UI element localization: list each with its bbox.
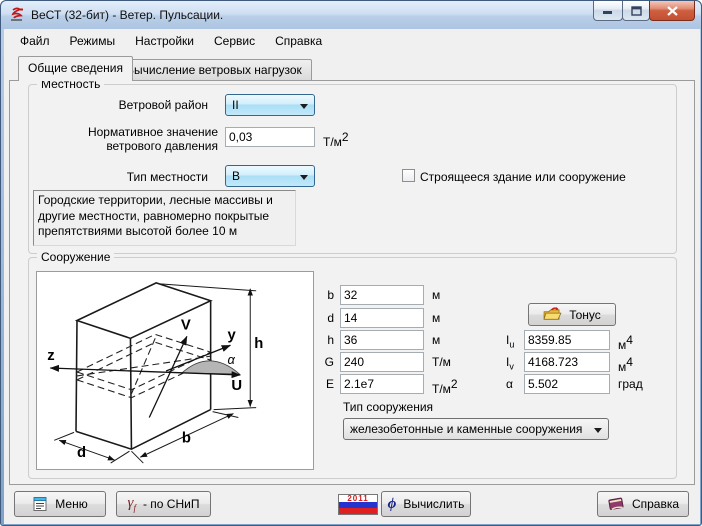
menu-item-help[interactable]: Справка xyxy=(265,30,332,52)
pressure-label: Нормативное значение ветрового давления xyxy=(36,125,218,153)
diagram-label-z: z xyxy=(47,348,54,364)
terrain-type-label: Тип местности xyxy=(49,170,208,184)
window-title: ВеСТ (32-бит) - Ветер. Пульсации. xyxy=(31,8,223,22)
E-input[interactable] xyxy=(340,374,424,394)
folder-icon xyxy=(543,307,562,322)
help-button[interactable]: Справка xyxy=(597,491,689,517)
phi-icon: ϕ xyxy=(388,497,397,512)
menu-list-icon xyxy=(32,496,48,512)
snip-button[interactable]: γf - по СНиП xyxy=(116,491,211,517)
app-window: ВеСТ (32-бит) - Ветер. Пульсации. Файл Р… xyxy=(0,0,702,526)
maximize-icon xyxy=(631,6,642,16)
h-unit: м xyxy=(432,333,440,347)
d-unit: м xyxy=(432,311,440,325)
close-button[interactable] xyxy=(649,1,695,21)
Iu-input[interactable] xyxy=(524,330,610,350)
menubar: Файл Режимы Настройки Сервис Справка xyxy=(6,29,332,53)
help-book-icon xyxy=(607,496,625,512)
alpha-input[interactable] xyxy=(524,374,610,394)
menu-item-service[interactable]: Сервис xyxy=(204,30,265,52)
under-construction-label: Строящееся здание или сооружение xyxy=(420,170,626,184)
client-area: Файл Режимы Настройки Сервис Справка Общ… xyxy=(4,29,700,524)
chevron-down-icon xyxy=(300,104,308,109)
alpha-label: α xyxy=(506,377,513,391)
terrain-type-combobox[interactable]: В xyxy=(225,165,315,187)
diagram-label-v: V xyxy=(181,317,191,333)
chevron-down-icon xyxy=(300,175,308,180)
menu-item-file[interactable]: Файл xyxy=(10,30,60,52)
diagram-label-d: d xyxy=(77,445,86,461)
wind-region-combobox[interactable]: II xyxy=(225,94,315,116)
terrain-groupbox: Местность Ветровой район II Нормативное … xyxy=(28,84,677,254)
minimize-button[interactable] xyxy=(593,1,623,21)
terrain-description: Городские территории, лесные массивы и д… xyxy=(33,190,296,246)
flag-2011-icon: 2011 xyxy=(338,494,378,515)
diagram-label-y: y xyxy=(227,327,236,343)
terrain-type-value: В xyxy=(232,169,240,183)
menu-button[interactable]: Меню xyxy=(14,491,106,517)
structure-groupbox: Сооружение xyxy=(28,257,677,479)
structure-type-combobox[interactable]: железобетонные и каменные сооружения xyxy=(343,418,609,440)
maximize-button[interactable] xyxy=(622,1,650,21)
titlebar: ВеСТ (32-бит) - Ветер. Пульсации. xyxy=(1,1,701,29)
calculate-button[interactable]: ϕ Вычислить xyxy=(381,491,471,517)
under-construction-checkbox[interactable] xyxy=(402,169,415,182)
flag-year-text: 2011 xyxy=(339,495,377,502)
structure-type-value: железобетонные и каменные сооружения xyxy=(350,422,582,436)
Iv-unit: м4 xyxy=(618,355,633,374)
minimize-icon xyxy=(603,6,613,16)
wind-region-value: II xyxy=(232,98,239,112)
app-icon xyxy=(9,7,25,23)
structure-diagram: V y h z U b d α xyxy=(36,271,314,470)
Iu-unit: м4 xyxy=(618,333,633,352)
tab-wind-load-calc[interactable]: Вычисление ветровых нагрузок xyxy=(116,59,312,80)
pressure-input[interactable] xyxy=(225,127,315,147)
Iv-input[interactable] xyxy=(524,352,610,372)
diagram-label-b: b xyxy=(182,430,191,446)
diagram-label-h: h xyxy=(254,336,263,352)
tab-page-general: Местность Ветровой район II Нормативное … xyxy=(9,80,695,485)
alpha-unit: град xyxy=(618,377,643,391)
structure-group-label: Сооружение xyxy=(37,250,114,264)
G-label: G xyxy=(310,355,334,369)
structure-type-label: Тип сооружения xyxy=(343,400,433,414)
close-icon xyxy=(667,6,678,16)
chevron-down-icon xyxy=(594,428,602,433)
h-label: h xyxy=(310,333,334,347)
gamma-f-icon: γf xyxy=(128,496,136,513)
G-unit: Т/м xyxy=(432,355,451,369)
E-label: E xyxy=(310,377,334,391)
menu-item-modes[interactable]: Режимы xyxy=(60,30,126,52)
pressure-unit: Т/м2 xyxy=(323,130,349,149)
menu-item-settings[interactable]: Настройки xyxy=(125,30,204,52)
tab-general-info[interactable]: Общие сведения xyxy=(18,56,133,81)
Iv-label: Iv xyxy=(506,355,514,371)
b-unit: м xyxy=(432,288,440,302)
d-label: d xyxy=(310,311,334,325)
d-input[interactable] xyxy=(340,308,424,328)
Iu-label: Iu xyxy=(506,333,514,349)
diagram-label-u: U xyxy=(231,378,242,394)
tonus-button[interactable]: Тонус xyxy=(528,303,616,326)
diagram-label-alpha: α xyxy=(227,352,235,367)
b-input[interactable] xyxy=(340,285,424,305)
G-input[interactable] xyxy=(340,352,424,372)
wind-region-label: Ветровой район xyxy=(49,98,208,112)
h-input[interactable] xyxy=(340,330,424,350)
E-unit: Т/м2 xyxy=(432,377,458,396)
b-label: b xyxy=(310,288,334,302)
